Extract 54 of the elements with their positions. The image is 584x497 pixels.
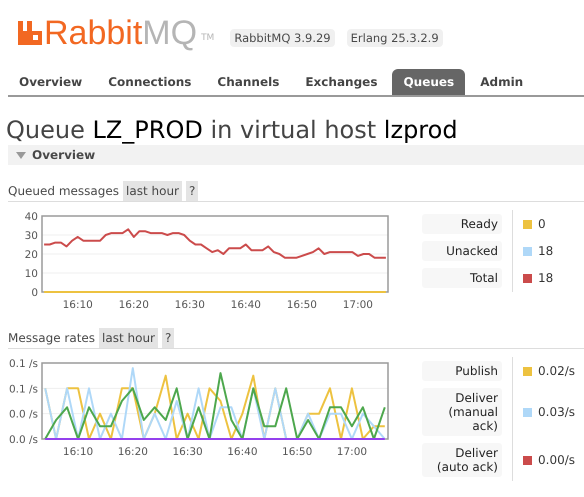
legend-value: 0 <box>538 217 546 231</box>
legend-label: Ready <box>422 214 502 234</box>
tick-label: 16:20 <box>118 299 149 311</box>
legend-label: Unacked <box>422 241 502 261</box>
tick-label: 20 <box>24 249 38 261</box>
legend-label: Total <box>422 268 502 288</box>
section-header[interactable]: Overview <box>8 145 584 165</box>
tick-label: 16:30 <box>174 299 205 311</box>
chart-title: Queued messages <box>8 183 120 200</box>
nav-tab[interactable]: Connections <box>97 69 202 95</box>
version-badge: RabbitMQ 3.9.29 <box>230 29 335 47</box>
help-button[interactable]: ? <box>162 328 174 348</box>
range-button[interactable]: last hour <box>99 328 158 348</box>
version-badge: Erlang 25.3.2.9 <box>346 29 443 47</box>
tick-label: 16:30 <box>172 446 203 458</box>
legend-label: Deliver (manual ack) <box>422 388 502 436</box>
tick-label: 16:50 <box>282 446 312 458</box>
tick-label: 40 <box>24 211 38 223</box>
logo-text: MQ <box>142 15 198 51</box>
tick-label: 16:40 <box>230 299 261 311</box>
tick-label: 16:20 <box>118 446 148 458</box>
nav-tab[interactable]: Admin <box>469 69 534 95</box>
tick-label: 0.1 /s <box>8 358 38 370</box>
tick-label: 16:40 <box>227 446 258 458</box>
legend-value: 0.03/s <box>538 405 576 419</box>
logo-icon <box>18 21 42 45</box>
nav-tab[interactable]: Channels <box>206 69 290 95</box>
tick-label: 0 <box>31 287 38 299</box>
nav-tab[interactable]: Queues <box>392 69 466 95</box>
legend-value: 0.00/s <box>538 453 576 467</box>
tick-label: 16:50 <box>286 299 317 311</box>
legend-value: 0.02/s <box>538 364 576 378</box>
page-title: Queue LZ_PROD in virtual host lzprod <box>6 115 459 145</box>
trademark: TM <box>201 33 214 43</box>
legend-value: 18 <box>538 271 554 285</box>
legend-label: Deliver (auto ack) <box>422 443 502 477</box>
logo-text: Rabbit <box>44 15 142 51</box>
tick-label: 0.0 /s <box>8 408 38 421</box>
collapse-icon <box>16 152 26 158</box>
tick-label: 17:00 <box>342 299 373 311</box>
nav-tab[interactable]: Exchanges <box>294 69 388 95</box>
nav-tab[interactable]: Overview <box>8 69 94 95</box>
tick-label: 30 <box>24 230 38 242</box>
tick-label: 0.1 /s <box>8 383 38 396</box>
tick-label: 0.0 /s <box>8 434 38 446</box>
legend-label: Publish <box>422 361 502 381</box>
help-button[interactable]: ? <box>186 181 198 201</box>
tick-label: 17:00 <box>336 446 368 458</box>
tick-label: 16:10 <box>62 446 94 458</box>
range-button[interactable]: last hour <box>123 181 182 201</box>
tick-label: 16:10 <box>62 299 93 311</box>
legend-value: 18 <box>538 244 554 258</box>
chart-title: Message rates <box>8 330 96 347</box>
tick-label: 10 <box>24 268 38 280</box>
